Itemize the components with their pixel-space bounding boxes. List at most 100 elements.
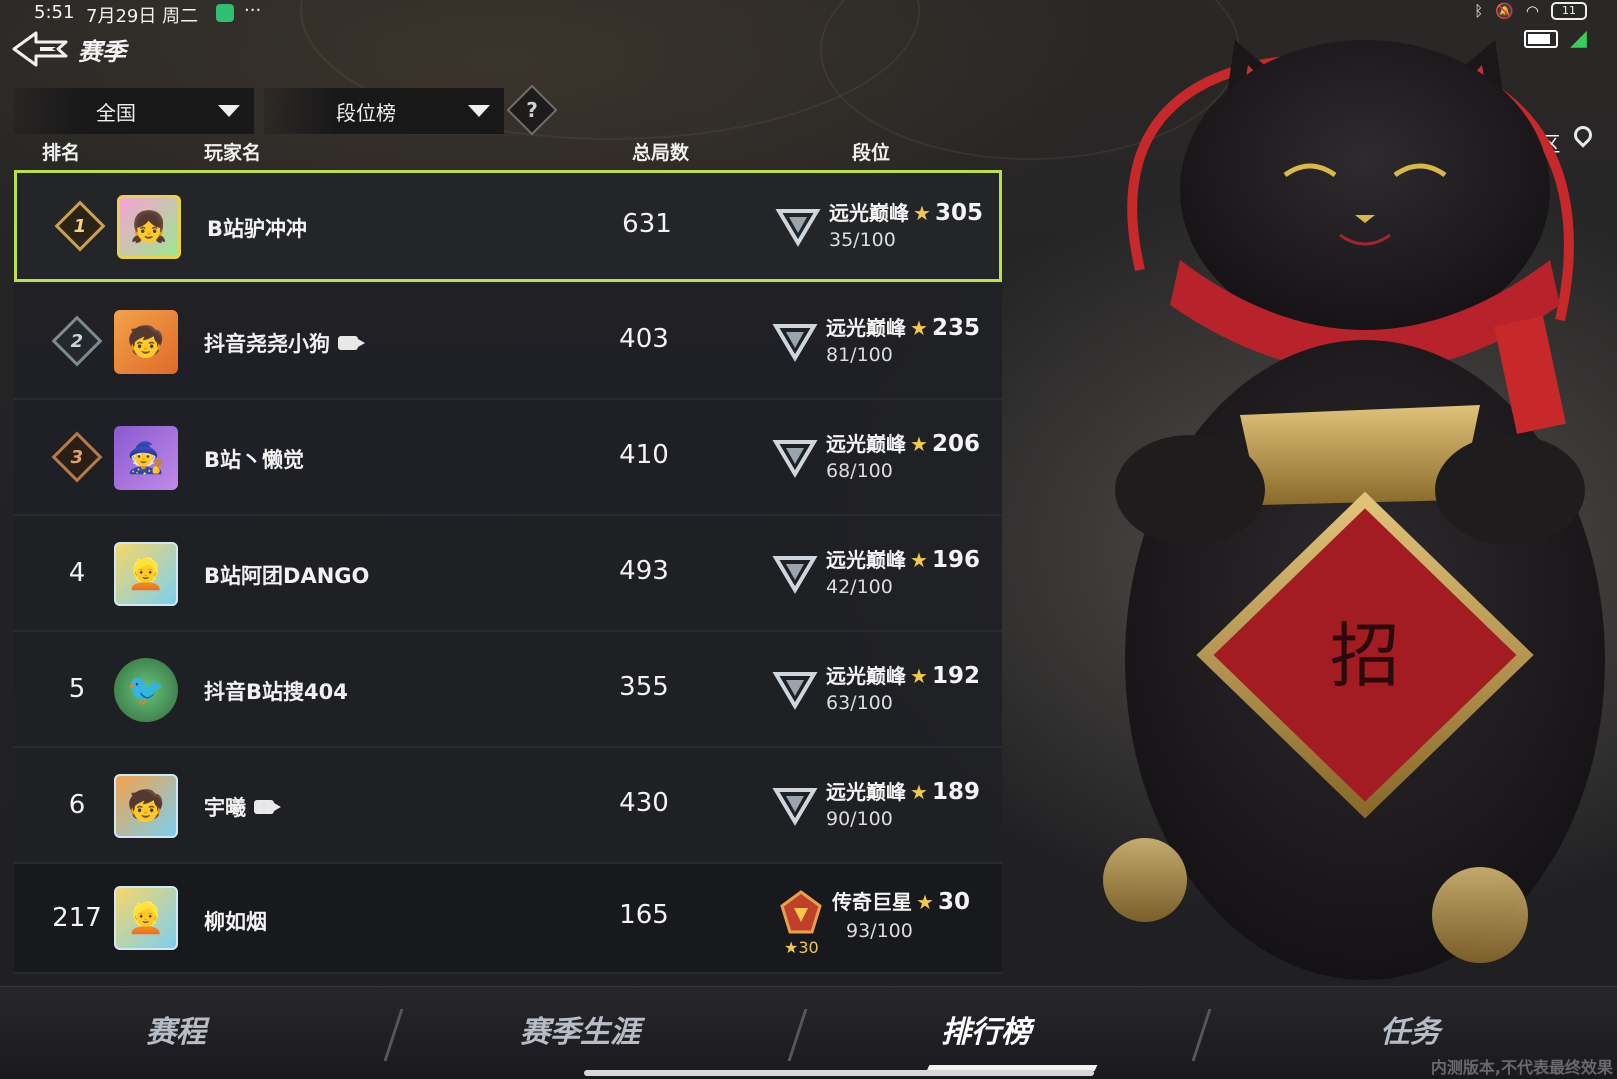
rank-cell: 3 (42, 400, 112, 514)
streamer-camera-icon (338, 336, 365, 350)
player-avatar[interactable]: 🧙 (114, 426, 178, 490)
tier-label: 远光巅峰 ★ 206 (826, 431, 980, 457)
header-tier: 段位 (852, 142, 891, 164)
leaderboard-row[interactable]: 2 🧒 抖音尧尧小狗 403 远光巅峰 ★ 235 81/100 (14, 284, 1002, 400)
tier-label: 远光巅峰 ★ 192 (826, 663, 980, 689)
games-count: 430 (619, 788, 669, 818)
tier-apex-icon (772, 556, 818, 594)
tier-label: 远光巅峰 ★ 189 (826, 779, 980, 805)
status-more: ··· (244, 0, 262, 21)
rank-cell: 2 (42, 284, 112, 398)
tier-progress: 68/100 (826, 460, 893, 482)
tier-label: 远光巅峰 ★ 305 (829, 200, 983, 226)
player-name[interactable]: 抖音B站搜404 (204, 676, 348, 706)
rank-medal-silver-icon: 2 (51, 315, 103, 367)
lucky-cat-character: 招 (1103, 40, 1605, 980)
chevron-down-icon (468, 105, 490, 117)
star-icon: ★ (910, 316, 928, 340)
leaderboard-row[interactable]: 4 👱 B站阿团DANGO 493 远光巅峰 ★ 196 42/100 (14, 516, 1002, 632)
bottom-nav: 赛程 赛季生涯 排行榜 任务 (0, 986, 1617, 1079)
player-avatar[interactable]: 🐦 (114, 658, 178, 722)
player-name[interactable]: B站丶懒觉 (204, 444, 304, 474)
leaderboard-header: 排名 玩家名 总局数 段位 (0, 138, 1005, 168)
tier-label: 传奇巨星 ★ 30 (832, 889, 970, 915)
header-games: 总局数 (632, 142, 690, 164)
bluetooth-icon: ᛒ (1474, 2, 1484, 20)
player-name[interactable]: 宇曦 (204, 792, 281, 822)
rank-cell: 1 (45, 173, 115, 279)
header-player: 玩家名 (204, 142, 262, 164)
tier-progress: 63/100 (826, 692, 893, 714)
region-dropdown[interactable]: 全国 (14, 88, 254, 134)
leaderboard-list: 1 👧 B站驴冲冲 631 远光巅峰 ★ 305 35/100 2 🧒 抖音尧尧小狗… (14, 170, 1002, 974)
app-notification-icon (216, 4, 234, 22)
nav-divider (1191, 1009, 1212, 1061)
leaderboard-row[interactable]: 5 🐦 抖音B站搜404 355 远光巅峰 ★ 192 63/100 (14, 632, 1002, 748)
svg-text:招: 招 (1330, 615, 1400, 697)
board-dropdown-label: 段位榜 (336, 100, 396, 125)
leaderboard-row[interactable]: 6 🧒 宇曦 430 远光巅峰 ★ 189 90/100 (14, 748, 1002, 864)
watermark-text: 内测版本,不代表最终效果 (1430, 1058, 1613, 1077)
player-avatar[interactable]: 🧒 (114, 774, 178, 838)
rank-number: 6 (68, 790, 86, 820)
tier-apex-icon (772, 440, 818, 478)
help-icon: ? (526, 98, 538, 122)
nav-divider (787, 1009, 808, 1061)
player-avatar[interactable]: 👧 (117, 195, 181, 259)
rank-medal-gold-icon: 1 (54, 200, 106, 252)
games-count: 355 (619, 672, 669, 702)
star-icon: ★ (916, 890, 934, 914)
star-icon: ★ (910, 548, 928, 572)
tier-label: 远光巅峰 ★ 235 (826, 315, 980, 341)
star-icon: ★ (910, 780, 928, 804)
self-rank-row[interactable]: 217 👱 柳如烟 165 ★30 传奇巨星 ★ 30 93/100 (14, 864, 1002, 974)
leaderboard-row[interactable]: 3 🧙 B站丶懒觉 410 远光巅峰 ★ 206 68/100 (14, 400, 1002, 516)
home-indicator[interactable] (584, 1070, 1094, 1076)
mute-bell-icon: 🔕 (1495, 2, 1514, 20)
tier-apex-icon (772, 788, 818, 826)
tab-schedule[interactable]: 赛程 (76, 1007, 276, 1051)
games-count: 403 (619, 324, 669, 354)
rank-number: 5 (68, 674, 86, 704)
player-avatar[interactable]: 🧒 (114, 310, 178, 374)
player-avatar[interactable]: 👱 (114, 886, 178, 950)
star-icon: ★ (910, 664, 928, 688)
tier-label: 远光巅峰 ★ 196 (826, 547, 980, 573)
board-dropdown[interactable]: 段位榜 (264, 88, 504, 134)
tier-progress: 35/100 (829, 229, 896, 251)
chevron-down-icon (218, 105, 240, 117)
tab-season-career[interactable]: 赛季生涯 (480, 1007, 680, 1051)
status-time: 5:51 (34, 2, 75, 23)
legend-star-badge: ★30 (784, 938, 819, 957)
battery-icon: 11 (1551, 2, 1587, 20)
player-name[interactable]: B站阿团DANGO (204, 560, 369, 590)
player-name[interactable]: 柳如烟 (204, 906, 267, 936)
header-rank: 排名 (42, 142, 81, 164)
player-avatar[interactable]: 👱 (114, 542, 178, 606)
games-count: 493 (619, 556, 669, 586)
tab-leaderboard[interactable]: 排行榜 (886, 1007, 1086, 1051)
region-dropdown-label: 全国 (96, 100, 136, 125)
tier-apex-icon (772, 672, 818, 710)
rank-number: 217 (52, 903, 102, 933)
tier-apex-icon (775, 209, 821, 247)
player-name[interactable]: B站驴冲冲 (207, 213, 307, 243)
games-count: 631 (622, 209, 672, 239)
tier-legend-icon (780, 890, 822, 934)
tier-progress: 42/100 (826, 576, 893, 598)
games-count: 165 (619, 900, 669, 930)
games-count: 410 (619, 440, 669, 470)
star-icon: ★ (910, 432, 928, 456)
status-icons: ᛒ 🔕 ◠ 11 (1474, 2, 1587, 20)
nav-divider (383, 1009, 404, 1061)
tier-progress: 90/100 (826, 808, 893, 830)
leaderboard-row[interactable]: 1 👧 B站驴冲冲 631 远光巅峰 ★ 305 35/100 (14, 170, 1002, 282)
tier-apex-icon (772, 324, 818, 362)
back-arrow-icon[interactable] (12, 30, 70, 68)
star-icon: ★ (913, 201, 931, 225)
wifi-icon: ◠ (1525, 2, 1539, 20)
streamer-camera-icon (254, 800, 281, 814)
tier-progress: 93/100 (846, 920, 913, 942)
tab-missions[interactable]: 任务 (1310, 1007, 1510, 1051)
player-name[interactable]: 抖音尧尧小狗 (204, 328, 365, 358)
